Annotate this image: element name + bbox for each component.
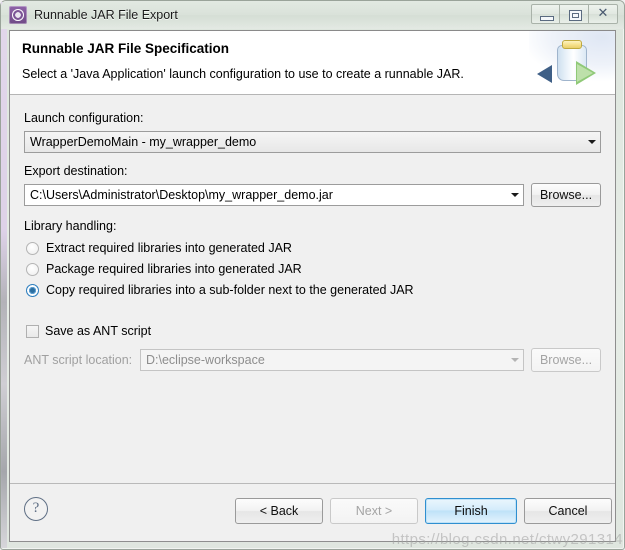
maximize-button[interactable]: [560, 4, 589, 24]
ant-script-location-value: D:\eclipse-workspace: [146, 353, 265, 367]
chevron-down-icon: [510, 358, 519, 362]
next-button: Next >: [330, 498, 418, 524]
chevron-down-icon: [510, 193, 519, 197]
runnable-jar-export-dialog: Runnable JAR File Export ✕ Runnable JAR …: [0, 0, 625, 550]
ant-script-location-combo: D:\eclipse-workspace: [140, 349, 524, 371]
window-title: Runnable JAR File Export: [34, 8, 178, 22]
radio-indicator: [26, 241, 39, 255]
radio-label: Package required libraries into generate…: [46, 262, 302, 276]
jar-lid-icon: [562, 40, 582, 49]
close-icon: ✕: [597, 6, 609, 21]
wizard-header: Runnable JAR File Specification Select a…: [10, 31, 615, 95]
radio-label: Extract required libraries into generate…: [46, 241, 292, 255]
export-destination-dropdown-arrow[interactable]: [506, 185, 523, 205]
ant-script-location-browse-button: Browse...: [531, 348, 601, 372]
radio-indicator: [26, 283, 39, 297]
close-button[interactable]: ✕: [589, 4, 618, 24]
radio-indicator: [26, 262, 39, 276]
window-frame-glow: [1, 2, 7, 548]
launch-configuration-dropdown-arrow[interactable]: [583, 132, 600, 152]
page-description: Select a 'Java Application' launch confi…: [22, 67, 464, 81]
minimize-button[interactable]: [531, 4, 560, 24]
maximize-icon: [569, 10, 582, 21]
ant-script-location-dropdown-arrow: [506, 350, 523, 370]
minimize-icon: [540, 16, 554, 21]
right-arrow-icon: [576, 61, 596, 85]
dialog-client-area: Runnable JAR File Specification Select a…: [9, 30, 616, 542]
library-handling-label: Library handling:: [24, 219, 117, 233]
jar-export-icon: [9, 6, 27, 24]
page-title: Runnable JAR File Specification: [22, 41, 230, 56]
save-as-ant-script-checkbox[interactable]: Save as ANT script: [26, 324, 151, 338]
help-icon[interactable]: ?: [24, 497, 48, 521]
wizard-body: Launch configuration: WrapperDemoMain - …: [10, 95, 615, 483]
finish-button[interactable]: Finish: [425, 498, 517, 524]
ant-script-location-label: ANT script location:: [24, 353, 133, 367]
library-handling-option-copy[interactable]: Copy required libraries into a sub-folde…: [26, 283, 414, 297]
cancel-button[interactable]: Cancel: [524, 498, 612, 524]
export-destination-label: Export destination:: [24, 164, 128, 178]
dialog-footer: ? < Back Next > Finish Cancel: [10, 484, 615, 541]
gear-icon: [12, 9, 24, 21]
launch-configuration-value: WrapperDemoMain - my_wrapper_demo: [30, 135, 257, 149]
checkbox-indicator: [26, 324, 39, 338]
launch-configuration-combo[interactable]: WrapperDemoMain - my_wrapper_demo: [24, 131, 601, 153]
jar-with-arrows-icon: [529, 31, 615, 94]
launch-configuration-label: Launch configuration:: [24, 111, 144, 125]
left-arrow-icon: [537, 65, 552, 83]
chevron-down-icon: [587, 140, 596, 144]
radio-label: Copy required libraries into a sub-folde…: [46, 283, 414, 297]
export-destination-value: C:\Users\Administrator\Desktop\my_wrappe…: [30, 188, 333, 202]
title-bar[interactable]: Runnable JAR File Export ✕: [1, 1, 624, 29]
export-destination-combo[interactable]: C:\Users\Administrator\Desktop\my_wrappe…: [24, 184, 524, 206]
checkbox-label: Save as ANT script: [45, 324, 152, 338]
export-destination-browse-button[interactable]: Browse...: [531, 183, 601, 207]
library-handling-option-package[interactable]: Package required libraries into generate…: [26, 262, 302, 276]
window-controls: ✕: [531, 4, 618, 24]
back-button[interactable]: < Back: [235, 498, 323, 524]
library-handling-option-extract[interactable]: Extract required libraries into generate…: [26, 241, 292, 255]
